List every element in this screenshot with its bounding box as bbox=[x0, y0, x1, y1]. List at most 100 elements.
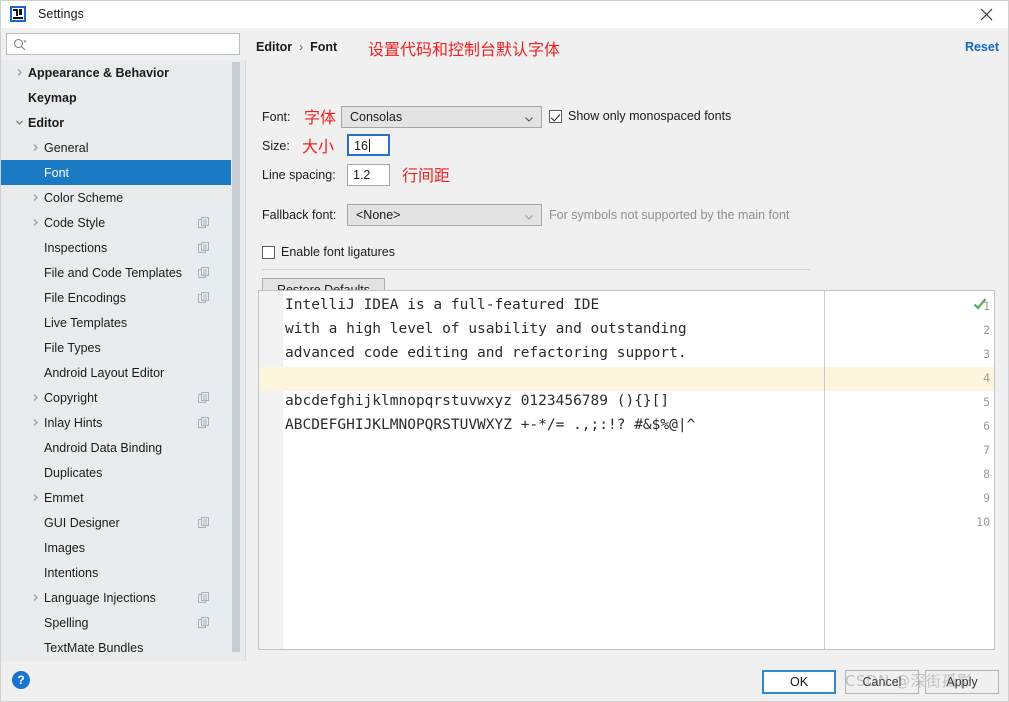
sidebar-item-label: Editor bbox=[28, 115, 65, 130]
chevron-right-icon[interactable] bbox=[29, 592, 41, 604]
chevron-down-icon bbox=[524, 113, 534, 123]
apply-button[interactable]: Apply bbox=[925, 670, 999, 694]
search-input[interactable] bbox=[31, 34, 237, 54]
reset-link[interactable]: Reset bbox=[965, 40, 999, 54]
sidebar-item-intentions[interactable]: Intentions bbox=[0, 560, 231, 585]
sidebar-scrollbar-thumb[interactable] bbox=[232, 62, 240, 652]
sidebar-item-textmate-bundles[interactable]: TextMate Bundles bbox=[0, 635, 231, 660]
sidebar-item-inlay-hints[interactable]: Inlay Hints bbox=[0, 410, 231, 435]
font-annotation: 字体 bbox=[304, 108, 337, 127]
sidebar-item-label: Intentions bbox=[44, 565, 99, 580]
font-family-dropdown[interactable]: Consolas bbox=[341, 106, 542, 128]
sidebar-item-font[interactable]: Font bbox=[0, 160, 231, 185]
copy-settings-icon bbox=[198, 392, 209, 403]
sidebar-item-keymap[interactable]: Keymap bbox=[0, 85, 231, 110]
sidebar-item-label: Spelling bbox=[44, 615, 89, 630]
gutter-line-number: 7 bbox=[983, 443, 990, 457]
intellij-idea-logo-icon bbox=[10, 6, 26, 22]
sidebar-item-copyright[interactable]: Copyright bbox=[0, 385, 231, 410]
font-size-value: 16 bbox=[354, 139, 368, 153]
sidebar-item-label: File Types bbox=[44, 340, 101, 355]
title-bar: Settings bbox=[0, 0, 1009, 28]
checkbox-icon bbox=[262, 245, 275, 259]
sidebar-item-label: General bbox=[44, 140, 89, 155]
sidebar-item-label: Android Data Binding bbox=[44, 440, 163, 455]
sidebar-item-file-encodings[interactable]: File Encodings bbox=[0, 285, 231, 310]
ok-button[interactable]: OK bbox=[762, 670, 836, 694]
sidebar-item-emmet[interactable]: Emmet bbox=[0, 485, 231, 510]
section-divider bbox=[262, 269, 810, 270]
sidebar-item-label: Duplicates bbox=[44, 465, 103, 480]
size-annotation: 大小 bbox=[302, 137, 335, 156]
sidebar-item-spelling[interactable]: Spelling bbox=[0, 610, 231, 635]
gutter-line-number: 5 bbox=[983, 395, 990, 409]
sidebar-item-android-data-binding[interactable]: Android Data Binding bbox=[0, 435, 231, 460]
chevron-right-icon[interactable] bbox=[13, 67, 25, 79]
sidebar-item-file-types[interactable]: File Types bbox=[0, 335, 231, 360]
sidebar-item-inspections[interactable]: Inspections bbox=[0, 235, 231, 260]
caret-row-gutter-highlight bbox=[259, 367, 283, 391]
sidebar-item-label: Appearance & Behavior bbox=[28, 65, 170, 80]
font-family-value: Consolas bbox=[350, 110, 403, 124]
sidebar-item-editor[interactable]: Editor bbox=[0, 110, 231, 135]
sidebar-item-appearance-behavior[interactable]: Appearance & Behavior bbox=[0, 60, 231, 85]
sidebar-item-label: Language Injections bbox=[44, 590, 156, 605]
sidebar-item-android-layout-editor[interactable]: Android Layout Editor bbox=[0, 360, 231, 385]
gutter-line-number: 6 bbox=[983, 419, 990, 433]
cancel-button[interactable]: Cancel bbox=[845, 670, 919, 694]
line-spacing-input[interactable]: 1.2 bbox=[347, 164, 390, 186]
settings-dialog: Settings Appearance & Behavior Keymap Edit… bbox=[0, 0, 1009, 702]
sidebar-item-label: Font bbox=[44, 165, 70, 180]
line-spacing-value: 1.2 bbox=[353, 168, 371, 182]
chevron-right-icon[interactable] bbox=[29, 392, 41, 404]
preview-code-line: advanced code editing and refactoring su… bbox=[285, 345, 687, 361]
sidebar-item-file-and-code-templates[interactable]: File and Code Templates bbox=[0, 260, 231, 285]
sidebar-item-gui-designer[interactable]: GUI Designer bbox=[0, 510, 231, 535]
preview-code-line: with a high level of usability and outst… bbox=[285, 321, 687, 337]
font-size-input[interactable]: 16 bbox=[347, 134, 390, 156]
fallback-font-dropdown[interactable]: <None> bbox=[347, 204, 542, 226]
show-monospaced-label: Show only monospaced fonts bbox=[568, 109, 732, 123]
green-check-icon bbox=[973, 297, 987, 311]
sidebar-item-label: GUI Designer bbox=[44, 515, 120, 530]
chevron-down-icon[interactable] bbox=[13, 117, 25, 129]
editor-gutter bbox=[259, 291, 283, 649]
sidebar-item-color-scheme[interactable]: Color Scheme bbox=[0, 185, 231, 210]
search-icon bbox=[13, 38, 27, 52]
breadcrumb: Editor › Font bbox=[256, 40, 337, 54]
sidebar-item-general[interactable]: General bbox=[0, 135, 231, 160]
gutter-line-number: 9 bbox=[983, 491, 990, 505]
chevron-right-icon[interactable] bbox=[29, 217, 41, 229]
chevron-right-icon[interactable] bbox=[29, 492, 41, 504]
sidebar-item-images[interactable]: Images bbox=[0, 535, 231, 560]
sidebar-item-language-injections[interactable]: Language Injections bbox=[0, 585, 231, 610]
main-panel: Editor › Font 设置代码和控制台默认字体 Reset Font: 字… bbox=[246, 28, 1009, 661]
gutter-line-number: 10 bbox=[976, 515, 990, 529]
sidebar-item-label: Inlay Hints bbox=[44, 415, 103, 430]
enable-ligatures-checkbox[interactable]: Enable font ligatures bbox=[262, 245, 395, 259]
line-spacing-annotation: 行间距 bbox=[402, 166, 451, 185]
search-box[interactable] bbox=[6, 33, 240, 55]
sidebar-item-code-style[interactable]: Code Style bbox=[0, 210, 231, 235]
chevron-right-icon[interactable] bbox=[29, 142, 41, 154]
sidebar-item-label: File Encodings bbox=[44, 290, 126, 305]
sidebar-item-duplicates[interactable]: Duplicates bbox=[0, 460, 231, 485]
caret-row-highlight bbox=[259, 367, 994, 391]
close-icon[interactable] bbox=[963, 0, 1009, 28]
sidebar-item-live-templates[interactable]: Live Templates bbox=[0, 310, 231, 335]
font-preview-editor[interactable]: 1 2 3 4 5 6 7 8 9 10 IntelliJ IDEA is a full-feat… bbox=[258, 290, 995, 650]
sidebar-item-label: Code Style bbox=[44, 215, 106, 230]
font-label: Font: bbox=[262, 110, 291, 124]
chevron-right-icon[interactable] bbox=[29, 417, 41, 429]
breadcrumb-root[interactable]: Editor bbox=[256, 40, 292, 54]
show-monospaced-checkbox[interactable]: Show only monospaced fonts bbox=[549, 109, 731, 123]
fallback-font-value: <None> bbox=[356, 208, 401, 222]
chevron-right-icon[interactable] bbox=[29, 192, 41, 204]
sidebar-item-label: Emmet bbox=[44, 490, 84, 505]
text-caret bbox=[368, 139, 370, 152]
copy-settings-icon bbox=[198, 242, 209, 253]
header-annotation: 设置代码和控制台默认字体 bbox=[368, 40, 561, 59]
help-icon[interactable]: ? bbox=[12, 671, 30, 689]
copy-settings-icon bbox=[198, 217, 209, 228]
preview-code-line: IntelliJ IDEA is a full-featured IDE bbox=[285, 297, 600, 313]
